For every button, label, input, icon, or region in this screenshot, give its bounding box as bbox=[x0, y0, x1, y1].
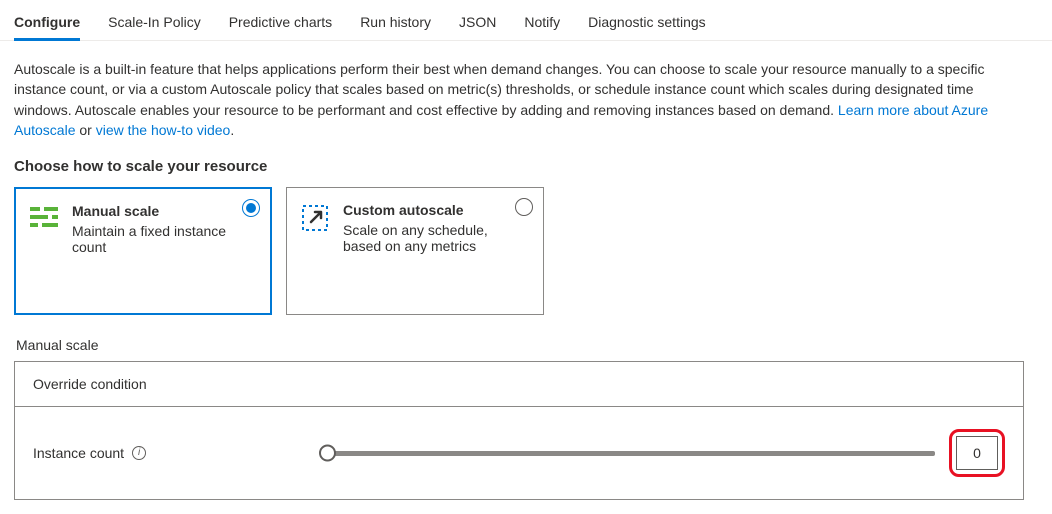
card-manual-title: Manual scale bbox=[72, 203, 256, 219]
card-manual-body: Manual scale Maintain a fixed instance c… bbox=[72, 203, 256, 299]
radio-manual-scale[interactable] bbox=[242, 199, 260, 217]
info-icon[interactable]: i bbox=[132, 446, 146, 460]
description-text: Autoscale is a built-in feature that hel… bbox=[14, 59, 1024, 140]
card-custom-title: Custom autoscale bbox=[343, 202, 529, 218]
instance-count-input[interactable] bbox=[956, 436, 998, 470]
manual-scale-subhead: Manual scale bbox=[16, 337, 1038, 353]
card-custom-sub: Scale on any schedule, based on any metr… bbox=[343, 222, 529, 254]
card-custom-autoscale[interactable]: Custom autoscale Scale on any schedule, … bbox=[286, 187, 544, 315]
tab-run-history[interactable]: Run history bbox=[360, 8, 431, 40]
instance-count-row: Instance count i bbox=[15, 407, 1023, 499]
tab-scale-in-policy[interactable]: Scale-In Policy bbox=[108, 8, 201, 40]
card-manual-scale[interactable]: Manual scale Maintain a fixed instance c… bbox=[14, 187, 272, 315]
instance-count-slider bbox=[321, 429, 1005, 477]
description-sep: or bbox=[79, 122, 95, 138]
tab-bar: Configure Scale-In Policy Predictive cha… bbox=[0, 0, 1052, 41]
card-custom-body: Custom autoscale Scale on any schedule, … bbox=[343, 202, 529, 300]
custom-autoscale-icon bbox=[301, 202, 331, 300]
instance-count-label: Instance count i bbox=[33, 445, 303, 461]
slider-thumb[interactable] bbox=[319, 445, 336, 462]
radio-custom-autoscale[interactable] bbox=[515, 198, 533, 216]
card-manual-sub: Maintain a fixed instance count bbox=[72, 223, 256, 255]
choose-scale-title: Choose how to scale your resource bbox=[14, 158, 1038, 175]
description-tail: . bbox=[230, 122, 234, 138]
slider-track[interactable] bbox=[321, 451, 935, 456]
tab-configure[interactable]: Configure bbox=[14, 8, 80, 40]
instance-count-callout bbox=[949, 429, 1005, 477]
manual-scale-icon bbox=[30, 203, 60, 299]
content-area: Autoscale is a built-in feature that hel… bbox=[0, 41, 1052, 514]
override-condition-header: Override condition bbox=[15, 362, 1023, 407]
tab-notify[interactable]: Notify bbox=[524, 8, 560, 40]
manual-scale-panel: Override condition Instance count i bbox=[14, 361, 1024, 500]
instance-count-label-text: Instance count bbox=[33, 445, 124, 461]
scale-mode-cards: Manual scale Maintain a fixed instance c… bbox=[14, 187, 1038, 315]
tab-json[interactable]: JSON bbox=[459, 8, 496, 40]
link-how-to-video[interactable]: view the how-to video bbox=[96, 122, 231, 138]
tab-predictive-charts[interactable]: Predictive charts bbox=[229, 8, 332, 40]
tab-diagnostic-settings[interactable]: Diagnostic settings bbox=[588, 8, 706, 40]
